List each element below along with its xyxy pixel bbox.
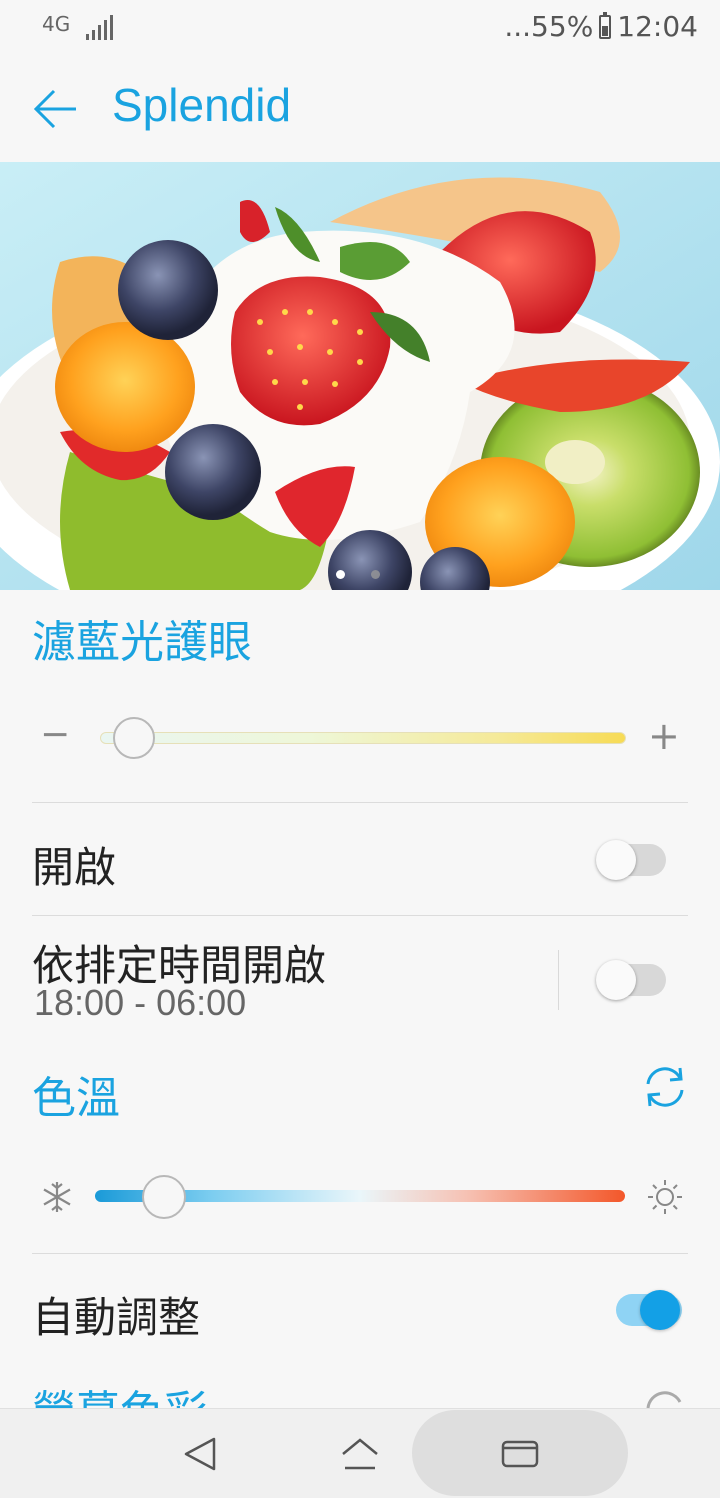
app-bar: Splendid xyxy=(0,56,720,162)
enable-label: 開啟 xyxy=(32,843,117,892)
divider xyxy=(32,802,688,803)
page-title: Splendid xyxy=(112,79,292,131)
triangle-back-icon[interactable] xyxy=(182,1436,218,1472)
toggle-knob xyxy=(596,840,636,880)
recents-icon[interactable] xyxy=(500,1438,540,1470)
battery-icon xyxy=(599,11,612,39)
color-temp-slider-thumb[interactable] xyxy=(141,1175,186,1219)
status-right: ...55% 12:04 xyxy=(504,10,698,43)
toggle-knob xyxy=(640,1290,680,1330)
network-type: 4G xyxy=(42,12,71,36)
divider xyxy=(32,915,688,916)
signal-icon xyxy=(86,15,113,40)
battery-percent: ...55% xyxy=(504,10,594,43)
minus-icon[interactable]: − xyxy=(40,714,70,755)
schedule-toggle[interactable] xyxy=(596,960,666,1000)
blue-light-slider-thumb[interactable] xyxy=(113,717,156,759)
enable-toggle[interactable] xyxy=(596,840,666,880)
preview-image[interactable] xyxy=(0,162,720,590)
arrow-left-icon[interactable] xyxy=(30,86,82,132)
carousel-indicator xyxy=(336,570,380,579)
auto-adjust-toggle[interactable] xyxy=(612,1290,682,1330)
blue-light-slider-track[interactable] xyxy=(100,732,626,744)
auto-adjust-label: 自動調整 xyxy=(32,1293,201,1342)
plus-icon[interactable]: + xyxy=(648,714,680,758)
status-bar: 4G ...55% 12:04 xyxy=(0,0,720,56)
schedule-time[interactable]: 18:00 - 06:00 xyxy=(34,982,246,1024)
carousel-dot-active xyxy=(336,570,345,579)
color-temp-section-title: 色溫 xyxy=(32,1073,120,1124)
snowflake-icon xyxy=(43,1182,71,1212)
fruit-bowl-image xyxy=(0,162,720,590)
refresh-icon-partial[interactable] xyxy=(640,1386,690,1410)
sun-icon xyxy=(648,1180,682,1214)
blue-light-section-title: 濾藍光護眼 xyxy=(32,617,252,668)
clock: 12:04 xyxy=(617,10,698,43)
divider xyxy=(32,1253,688,1254)
home-icon[interactable] xyxy=(340,1436,380,1472)
refresh-icon[interactable] xyxy=(640,1062,690,1112)
vertical-divider xyxy=(558,950,559,1010)
toggle-knob xyxy=(596,960,636,1000)
carousel-dot xyxy=(371,570,380,579)
